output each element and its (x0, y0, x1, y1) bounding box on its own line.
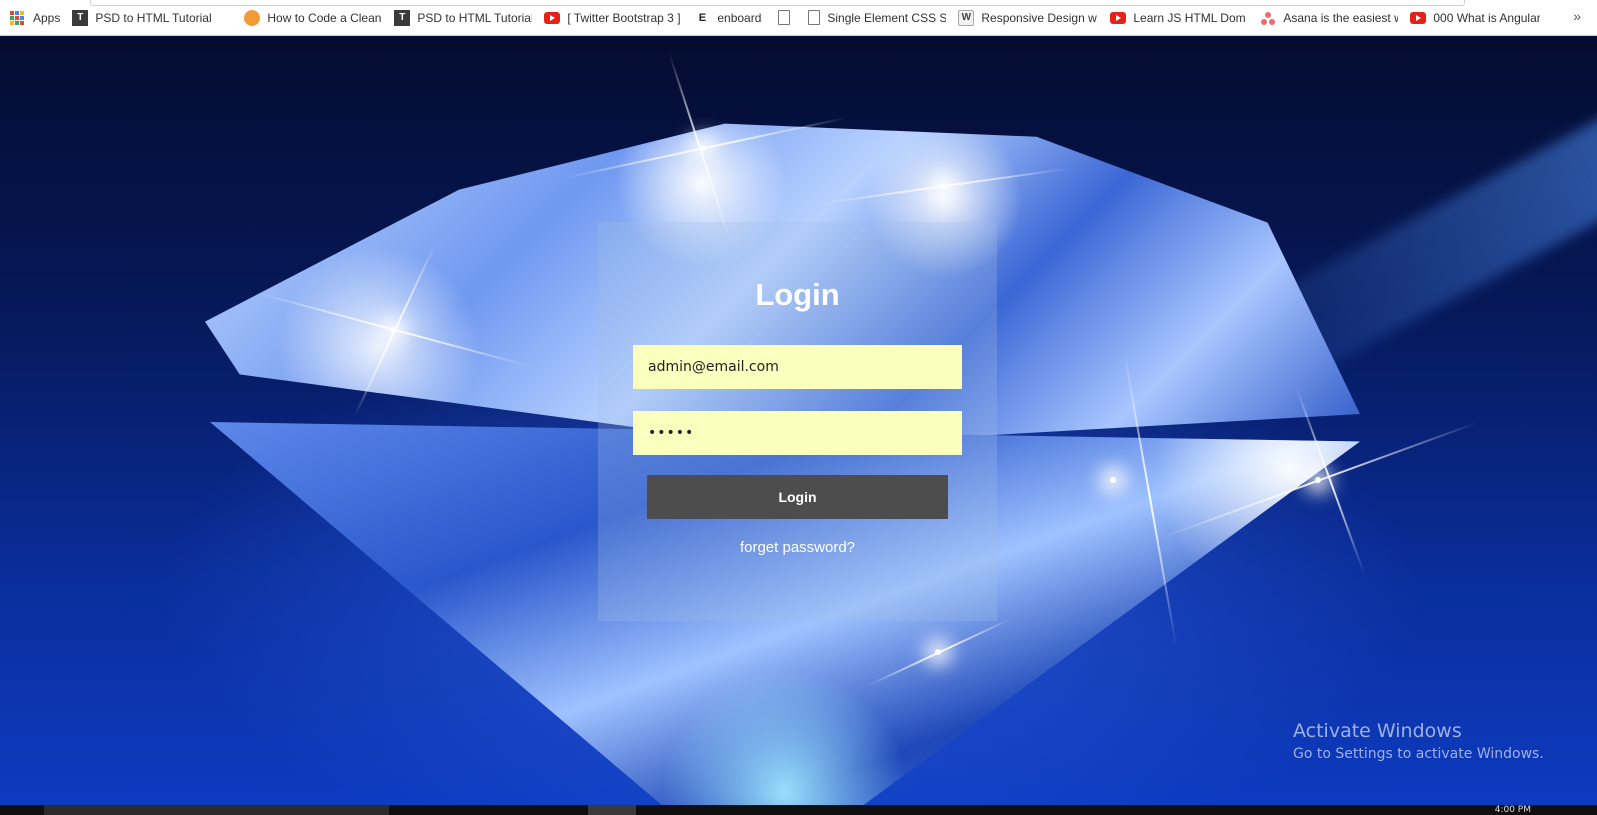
login-button[interactable]: Login (647, 475, 948, 519)
address-bar-edge[interactable] (90, 0, 1465, 6)
forget-password-link[interactable]: forget password? (598, 539, 997, 556)
bookmark-label: Asana is the easiest w (1283, 10, 1399, 25)
password-field[interactable]: ••••• (633, 411, 962, 455)
bookmark-label: PSD to HTML Tutorial (417, 10, 533, 25)
youtube-icon (1110, 11, 1127, 24)
document-icon (808, 10, 821, 25)
bookmark-item[interactable]: 000 What is Angular - (1406, 5, 1546, 31)
bookmark-item[interactable]: How to Code a Clean (240, 5, 388, 31)
tutorial-icon: T (394, 9, 411, 26)
login-title: Login (755, 277, 840, 312)
apps-grid-icon (10, 10, 24, 25)
bookmark-apps[interactable]: Apps (6, 5, 66, 31)
bookmark-label: enboard (717, 10, 762, 25)
taskbar: 4:00 PM (0, 805, 1597, 815)
bookmark-item[interactable]: W Responsive Design w (954, 5, 1104, 31)
bookmark-label: Single Element CSS S (827, 10, 947, 25)
taskbar-search[interactable] (44, 805, 389, 815)
activate-windows-watermark: Activate Windows Go to Settings to activ… (1293, 720, 1544, 762)
login-panel: Login admin@email.com ••••• Login forget… (598, 222, 997, 621)
letter-e-icon: E (694, 9, 711, 26)
bookmark-label: Responsive Design w (981, 10, 1097, 25)
bookmark-item[interactable]: T PSD to HTML Tutorial (68, 5, 238, 31)
bookmark-item[interactable]: [ Twitter Bootstrap 3 ] (540, 5, 688, 31)
youtube-icon (544, 11, 561, 24)
w-icon: W (958, 9, 975, 26)
sparkle (1110, 477, 1116, 483)
bookmark-item[interactable]: Single Element CSS S (804, 5, 952, 31)
bookmark-item[interactable]: Learn JS HTML Dom I (1106, 5, 1254, 31)
document-icon (778, 10, 791, 25)
asana-icon (1260, 10, 1276, 26)
tutorial-icon: T (72, 9, 89, 26)
bookmarks-bar: Apps T PSD to HTML Tutorial How to Code … (0, 0, 1597, 36)
bookmark-item[interactable]: T PSD to HTML Tutorial (390, 5, 538, 31)
bookmark-label: Apps (33, 10, 61, 25)
youtube-icon (1410, 11, 1427, 24)
bookmark-label: Learn JS HTML Dom I (1133, 10, 1249, 25)
bookmark-label: How to Code a Clean (267, 10, 382, 25)
bookmark-label: [ Twitter Bootstrap 3 ] (567, 10, 681, 25)
bookmark-label: 000 What is Angular - (1433, 10, 1541, 25)
bookmark-label: PSD to HTML Tutorial (95, 10, 212, 25)
bookmark-item[interactable]: Asana is the easiest w (1256, 5, 1404, 31)
email-field[interactable]: admin@email.com (633, 345, 962, 389)
bookmark-item[interactable]: E enboard (690, 5, 772, 31)
watermark-subtitle: Go to Settings to activate Windows. (1293, 746, 1544, 762)
bookmark-item[interactable] (774, 5, 802, 31)
more-bookmarks-icon[interactable]: » (1573, 8, 1581, 24)
orange-circle-icon (244, 9, 261, 26)
watermark-title: Activate Windows (1293, 720, 1462, 742)
taskbar-app[interactable] (588, 805, 636, 815)
taskbar-clock[interactable]: 4:00 PM (1495, 805, 1531, 815)
